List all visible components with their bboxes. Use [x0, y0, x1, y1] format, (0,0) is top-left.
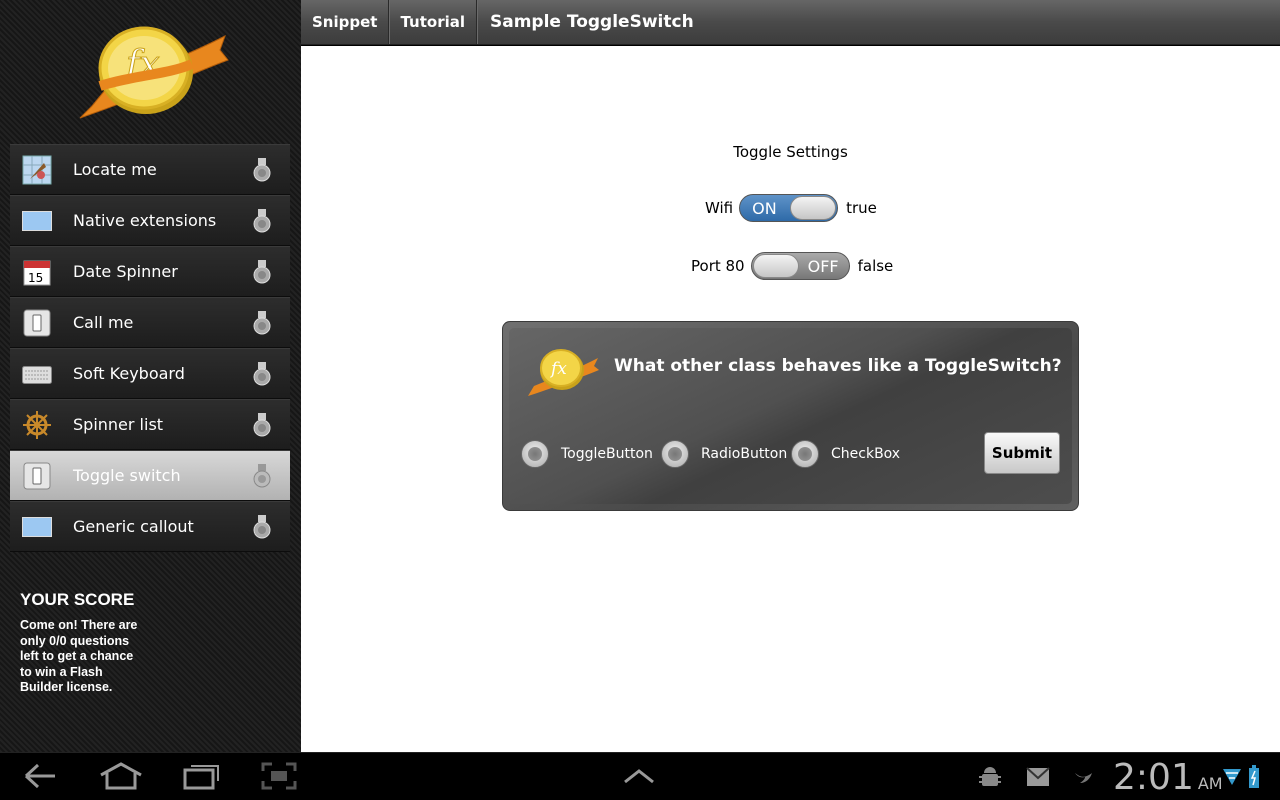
phone-icon: [22, 308, 52, 338]
toggle-state-text: OFF: [807, 257, 839, 276]
medal-icon: [253, 413, 271, 437]
fx-game-logo: fx: [79, 26, 229, 119]
menu-item-spinner-list[interactable]: Spinner list: [10, 399, 290, 450]
medal-icon: [253, 311, 271, 335]
radio-button[interactable]: [521, 440, 549, 468]
menu-item-label: Generic callout: [73, 517, 194, 536]
mail-icon: [1026, 767, 1050, 786]
section-title: Toggle Settings: [733, 143, 848, 161]
toggle-label: Wifi: [705, 199, 734, 217]
calendar-icon: 15: [22, 257, 52, 287]
option-label: RadioButton: [701, 446, 788, 462]
menu-item-generic-callout[interactable]: Generic callout: [10, 501, 290, 552]
battery-icon: [1249, 765, 1259, 788]
android-debug-icon: [979, 767, 1001, 786]
option-checkbox[interactable]: CheckBox: [791, 440, 900, 468]
screenshot-icon[interactable]: [260, 761, 298, 791]
svg-text:fx: fx: [549, 359, 567, 379]
menu-item-locate-me[interactable]: Locate me: [10, 144, 290, 195]
option-togglebutton[interactable]: ToggleButton: [521, 440, 653, 468]
svg-text:15: 15: [28, 271, 43, 285]
chevron-up-icon[interactable]: [622, 767, 656, 785]
option-label: CheckBox: [831, 446, 901, 462]
menu-item-toggle-switch[interactable]: Toggle switch: [10, 450, 290, 501]
toggle-label: Port 80: [691, 257, 745, 275]
toggle-value: true: [846, 199, 877, 217]
tab-tutorial[interactable]: Tutorial: [389, 0, 477, 44]
menu-item-label: Soft Keyboard: [73, 364, 185, 383]
menu-item-label: Date Spinner: [73, 262, 178, 281]
wifi-signal-icon: [1223, 769, 1241, 785]
system-bar: 2:01 AM: [0, 752, 1280, 800]
toggle-state-text: ON: [752, 199, 777, 218]
main-content: Toggle Settings Wifi ON true Port 80 OFF…: [301, 46, 1280, 752]
radio-button[interactable]: [661, 440, 689, 468]
recent-apps-icon[interactable]: [182, 761, 222, 791]
radio-button[interactable]: [791, 440, 819, 468]
menu-item-label: Toggle switch: [73, 466, 181, 485]
menu-item-label: Locate me: [73, 160, 157, 179]
wifi-toggle-switch[interactable]: ON: [739, 194, 839, 222]
quiz-callout: fx What other class behaves like a Toggl…: [502, 321, 1079, 511]
tab-snippet[interactable]: Snippet: [301, 0, 390, 44]
snippet-menu: Locate me Native extensions 15 Date Spin…: [10, 144, 290, 552]
menu-item-label: Spinner list: [73, 415, 164, 434]
medal-icon: [253, 362, 271, 386]
submit-button[interactable]: Submit: [984, 432, 1060, 474]
action-bar: Snippet Tutorial Sample ToggleSwitch: [301, 0, 1280, 45]
menu-item-call-me[interactable]: Call me: [10, 297, 290, 348]
toggle-knob[interactable]: [752, 254, 799, 278]
menu-item-label: Call me: [73, 313, 134, 332]
menu-item-label: Native extensions: [73, 211, 217, 230]
medal-icon: [253, 464, 271, 488]
wifi-row: Wifi ON true: [705, 194, 877, 222]
toggle-knob[interactable]: [790, 196, 837, 220]
clock: 2:01 AM: [1113, 757, 1223, 798]
bird-icon: [1075, 773, 1092, 783]
quiz-question: What other class behaves like a ToggleSw…: [614, 356, 1062, 376]
option-label: ToggleButton: [561, 446, 653, 462]
medal-icon: [253, 515, 271, 539]
score-text: Come on! There are only 0/0 questions le…: [20, 618, 138, 694]
switch-icon: [22, 461, 52, 491]
port80-toggle-switch[interactable]: OFF: [750, 252, 850, 280]
home-icon[interactable]: [98, 761, 144, 791]
score-title: YOUR SCORE: [20, 590, 135, 609]
medal-icon: [253, 209, 271, 233]
port80-row: Port 80 OFF false: [691, 252, 893, 280]
quiz-panel: fx What other class behaves like a Toggl…: [509, 328, 1072, 504]
score-panel: YOUR SCORE Come on! There are only 0/0 q…: [20, 590, 160, 696]
page-title: Sample ToggleSwitch: [490, 12, 694, 32]
fx-game-logo: fx: [528, 349, 599, 396]
blank-card-icon: [22, 206, 52, 236]
medal-icon: [253, 260, 271, 284]
menu-item-native-extensions[interactable]: Native extensions: [10, 195, 290, 246]
toggle-value: false: [857, 257, 894, 275]
option-radiobutton[interactable]: RadioButton: [661, 440, 787, 468]
blank-card-icon: [22, 512, 52, 542]
back-icon[interactable]: [22, 761, 58, 791]
menu-item-soft-keyboard[interactable]: Soft Keyboard: [10, 348, 290, 399]
ship-wheel-icon: [22, 410, 52, 440]
menu-item-date-spinner[interactable]: 15 Date Spinner: [10, 246, 290, 297]
sidebar: fx Locate me Native extensions 15 Date S…: [0, 0, 301, 752]
keyboard-icon: [22, 359, 52, 389]
medal-icon: [253, 158, 271, 182]
map-icon: [22, 155, 52, 185]
